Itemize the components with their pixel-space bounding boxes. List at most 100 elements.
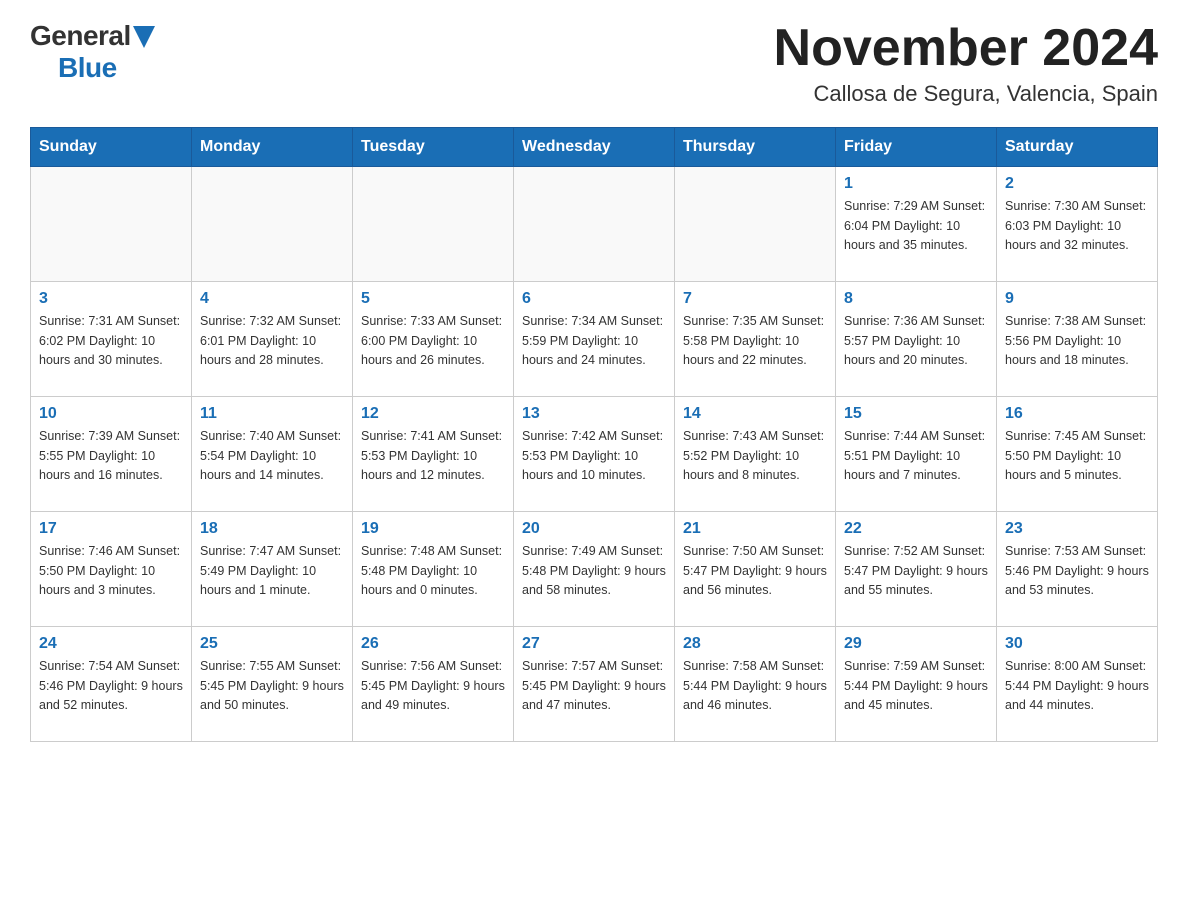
calendar-cell: 23 Sunrise: 7:53 AM Sunset: 5:46 PM Dayli… — [997, 512, 1158, 627]
week-row-1: 1 Sunrise: 7:29 AM Sunset: 6:04 PM Daylig… — [31, 167, 1158, 282]
day-number: 4 — [200, 290, 344, 308]
day-number: 7 — [683, 290, 827, 308]
day-info: Sunrise: 7:44 AM Sunset: 5:51 PM Dayligh… — [844, 427, 988, 485]
column-header-tuesday: Tuesday — [353, 128, 514, 167]
calendar-cell: 29Sunrise: 7:59 AM Sunset: 5:44 PM Dayli… — [836, 627, 997, 742]
day-number: 25 — [200, 635, 344, 653]
day-info: Sunrise: 7:43 AM Sunset: 5:52 PM Dayligh… — [683, 427, 827, 485]
day-number: 13 — [522, 405, 666, 423]
day-number: 22 — [844, 520, 988, 538]
day-info: Sunrise: 7:31 AM Sunset: 6:02 PM Dayligh… — [39, 312, 183, 370]
day-info: Sunrise: 7:33 AM Sunset: 6:00 PM Dayligh… — [361, 312, 505, 370]
day-info: Sunrise: 7:46 AM Sunset: 5:50 PM Dayligh… — [39, 542, 183, 600]
calendar-cell: 6Sunrise: 7:34 AM Sunset: 5:59 PM Daylig… — [514, 282, 675, 397]
day-number: 8 — [844, 290, 988, 308]
calendar-cell — [514, 167, 675, 282]
day-info: Sunrise: 7:49 AM Sunset: 5:48 PM Dayligh… — [522, 542, 666, 600]
day-number: 30 — [1005, 635, 1149, 653]
day-info: Sunrise: 7:58 AM Sunset: 5:44 PM Dayligh… — [683, 657, 827, 715]
day-info: Sunrise: 7:29 AM Sunset: 6:04 PM Dayligh… — [844, 197, 988, 255]
calendar-cell: 4 Sunrise: 7:32 AM Sunset: 6:01 PM Daylig… — [192, 282, 353, 397]
day-info: Sunrise: 7:32 AM Sunset: 6:01 PM Dayligh… — [200, 312, 344, 370]
week-row-3: 10 Sunrise: 7:39 AM Sunset: 5:55 PM Dayli… — [31, 397, 1158, 512]
day-info: Sunrise: 7:34 AM Sunset: 5:59 PM Dayligh… — [522, 312, 666, 370]
calendar-cell: 30 Sunrise: 8:00 AM Sunset: 5:44 PM Dayli… — [997, 627, 1158, 742]
day-number: 12 — [361, 405, 505, 423]
day-info: Sunrise: 7:48 AM Sunset: 5:48 PM Dayligh… — [361, 542, 505, 600]
page-header: General Blue November 2024 Callosa de Se… — [30, 20, 1158, 107]
day-info: Sunrise: 7:47 AM Sunset: 5:49 PM Dayligh… — [200, 542, 344, 600]
day-info: Sunrise: 7:39 AM Sunset: 5:55 PM Dayligh… — [39, 427, 183, 485]
calendar-cell — [31, 167, 192, 282]
day-number: 23 — [1005, 520, 1149, 538]
day-number: 28 — [683, 635, 827, 653]
week-row-2: 3 Sunrise: 7:31 AM Sunset: 6:02 PM Daylig… — [31, 282, 1158, 397]
calendar-cell: 22 Sunrise: 7:52 AM Sunset: 5:47 PM Dayli… — [836, 512, 997, 627]
calendar-cell: 28 Sunrise: 7:58 AM Sunset: 5:44 PM Dayli… — [675, 627, 836, 742]
calendar-cell: 9Sunrise: 7:38 AM Sunset: 5:56 PM Daylig… — [997, 282, 1158, 397]
calendar-cell: 10 Sunrise: 7:39 AM Sunset: 5:55 PM Dayli… — [31, 397, 192, 512]
day-info: Sunrise: 7:52 AM Sunset: 5:47 PM Dayligh… — [844, 542, 988, 600]
calendar-cell — [192, 167, 353, 282]
calendar-cell: 7 Sunrise: 7:35 AM Sunset: 5:58 PM Daylig… — [675, 282, 836, 397]
calendar-cell: 11Sunrise: 7:40 AM Sunset: 5:54 PM Dayli… — [192, 397, 353, 512]
day-number: 1 — [844, 175, 988, 193]
day-number: 29 — [844, 635, 988, 653]
day-number: 11 — [200, 405, 344, 423]
calendar-cell: 16 Sunrise: 7:45 AM Sunset: 5:50 PM Dayli… — [997, 397, 1158, 512]
day-info: Sunrise: 7:36 AM Sunset: 5:57 PM Dayligh… — [844, 312, 988, 370]
calendar-cell: 13 Sunrise: 7:42 AM Sunset: 5:53 PM Dayli… — [514, 397, 675, 512]
day-number: 10 — [39, 405, 183, 423]
calendar-cell: 26 Sunrise: 7:56 AM Sunset: 5:45 PM Dayli… — [353, 627, 514, 742]
calendar-cell: 1 Sunrise: 7:29 AM Sunset: 6:04 PM Daylig… — [836, 167, 997, 282]
day-number: 26 — [361, 635, 505, 653]
calendar-cell: 3 Sunrise: 7:31 AM Sunset: 6:02 PM Daylig… — [31, 282, 192, 397]
day-number: 15 — [844, 405, 988, 423]
calendar-cell: 15 Sunrise: 7:44 AM Sunset: 5:51 PM Dayli… — [836, 397, 997, 512]
calendar-cell: 2 Sunrise: 7:30 AM Sunset: 6:03 PM Daylig… — [997, 167, 1158, 282]
day-number: 5 — [361, 290, 505, 308]
calendar-cell: 24Sunrise: 7:54 AM Sunset: 5:46 PM Dayli… — [31, 627, 192, 742]
day-info: Sunrise: 7:57 AM Sunset: 5:45 PM Dayligh… — [522, 657, 666, 715]
day-number: 27 — [522, 635, 666, 653]
day-info: Sunrise: 7:45 AM Sunset: 5:50 PM Dayligh… — [1005, 427, 1149, 485]
day-number: 14 — [683, 405, 827, 423]
day-number: 17 — [39, 520, 183, 538]
location: Callosa de Segura, Valencia, Spain — [774, 81, 1158, 107]
day-number: 3 — [39, 290, 183, 308]
logo-general-text: General — [30, 20, 131, 52]
day-info: Sunrise: 7:50 AM Sunset: 5:47 PM Dayligh… — [683, 542, 827, 600]
week-row-4: 17 Sunrise: 7:46 AM Sunset: 5:50 PM Dayli… — [31, 512, 1158, 627]
day-info: Sunrise: 7:38 AM Sunset: 5:56 PM Dayligh… — [1005, 312, 1149, 370]
logo-triangle-icon — [133, 26, 155, 48]
day-number: 18 — [200, 520, 344, 538]
calendar-cell: 12 Sunrise: 7:41 AM Sunset: 5:53 PM Dayli… — [353, 397, 514, 512]
day-info: Sunrise: 7:53 AM Sunset: 5:46 PM Dayligh… — [1005, 542, 1149, 600]
day-number: 2 — [1005, 175, 1149, 193]
calendar-cell — [675, 167, 836, 282]
day-info: Sunrise: 7:42 AM Sunset: 5:53 PM Dayligh… — [522, 427, 666, 485]
day-info: Sunrise: 7:55 AM Sunset: 5:45 PM Dayligh… — [200, 657, 344, 715]
calendar-cell: 14 Sunrise: 7:43 AM Sunset: 5:52 PM Dayli… — [675, 397, 836, 512]
day-info: Sunrise: 7:41 AM Sunset: 5:53 PM Dayligh… — [361, 427, 505, 485]
day-info: Sunrise: 8:00 AM Sunset: 5:44 PM Dayligh… — [1005, 657, 1149, 715]
day-info: Sunrise: 7:54 AM Sunset: 5:46 PM Dayligh… — [39, 657, 183, 715]
day-number: 16 — [1005, 405, 1149, 423]
day-number: 21 — [683, 520, 827, 538]
day-number: 20 — [522, 520, 666, 538]
calendar-cell: 25 Sunrise: 7:55 AM Sunset: 5:45 PM Dayli… — [192, 627, 353, 742]
calendar-cell: 20 Sunrise: 7:49 AM Sunset: 5:48 PM Dayli… — [514, 512, 675, 627]
day-info: Sunrise: 7:30 AM Sunset: 6:03 PM Dayligh… — [1005, 197, 1149, 255]
column-header-saturday: Saturday — [997, 128, 1158, 167]
calendar-cell: 21 Sunrise: 7:50 AM Sunset: 5:47 PM Dayli… — [675, 512, 836, 627]
calendar-cell — [353, 167, 514, 282]
calendar-cell: 5 Sunrise: 7:33 AM Sunset: 6:00 PM Daylig… — [353, 282, 514, 397]
title-block: November 2024 Callosa de Segura, Valenci… — [774, 20, 1158, 107]
day-info: Sunrise: 7:56 AM Sunset: 5:45 PM Dayligh… — [361, 657, 505, 715]
week-row-5: 24Sunrise: 7:54 AM Sunset: 5:46 PM Dayli… — [31, 627, 1158, 742]
calendar-header-row: SundayMondayTuesdayWednesdayThursdayFrid… — [31, 128, 1158, 167]
logo-blue-text: Blue — [58, 52, 117, 84]
calendar-cell: 27 Sunrise: 7:57 AM Sunset: 5:45 PM Dayli… — [514, 627, 675, 742]
column-header-wednesday: Wednesday — [514, 128, 675, 167]
day-info: Sunrise: 7:35 AM Sunset: 5:58 PM Dayligh… — [683, 312, 827, 370]
